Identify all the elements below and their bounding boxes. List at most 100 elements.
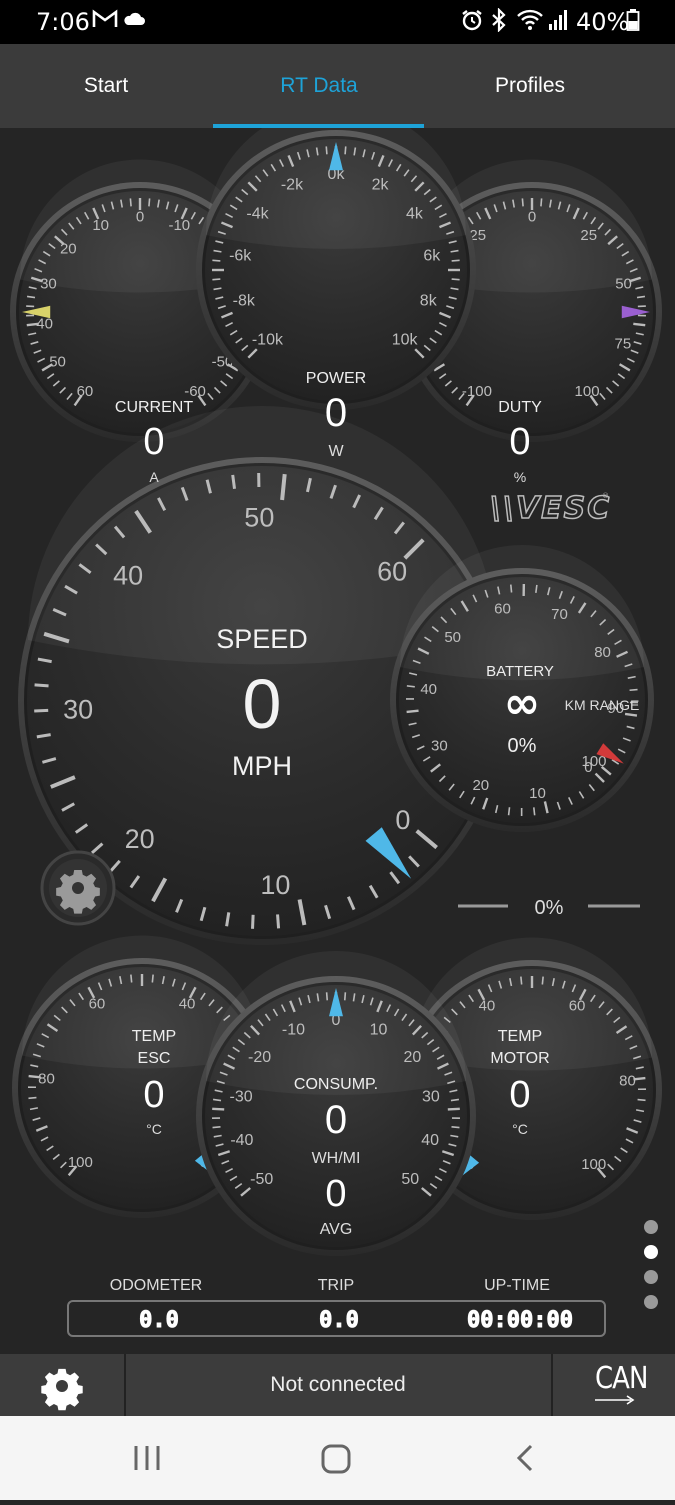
power-title: POWER [306,370,366,387]
tick-label: 80 [594,644,611,661]
tick-mark [407,686,415,687]
tick-mark [625,714,637,716]
connection-status: Not connected [126,1354,550,1416]
tick-mark [536,585,537,593]
tick-mark [407,711,419,712]
tick-label: 20 [404,1049,422,1066]
power-value: 0 [325,391,347,435]
page-dot-2[interactable] [644,1245,658,1259]
can-label: CAN [595,1362,647,1397]
battery-range-value: ∞ [504,678,541,729]
tick-label: 20 [125,824,155,854]
settings-button[interactable] [0,1354,126,1416]
tick-mark [149,198,150,206]
tick-mark [35,685,49,686]
page-dot-1[interactable] [644,1220,658,1234]
odometer-value: 0.0 [74,1308,244,1333]
tick-mark [326,146,327,154]
tick-label: 10 [92,217,109,234]
current-value: 0 [143,421,164,463]
tick-label: 40 [420,681,437,698]
tick-mark [638,1100,646,1101]
page-indicator [644,1220,658,1320]
tick-mark [212,1109,224,1110]
consumption-title: CONSUMP. [294,1076,378,1093]
tick-label: -40 [230,1132,253,1149]
tick-label: 10k [392,331,419,348]
tick-mark [213,1099,221,1100]
tab-profiles[interactable]: Profiles [424,44,636,128]
current-unit: A [149,469,159,485]
tab-rt-data[interactable]: RT Data [213,44,425,128]
battery-percent: 40% [576,8,629,36]
temp-motor-subtitle: MOTOR [490,1050,549,1067]
power-unit: W [328,443,344,460]
tick-label: 70 [551,606,568,623]
tick-mark [34,710,48,711]
tick-label: 50 [615,276,632,293]
bottom-bar: Not connected CAN [0,1354,675,1416]
tick-mark [630,690,638,691]
back-button[interactable] [464,1416,584,1500]
tick-label: 40 [479,998,496,1015]
duty-value: 0 [509,421,530,463]
tick-mark [212,279,220,280]
home-button[interactable] [276,1416,396,1500]
home-icon [276,1416,396,1500]
gauge-settings-button[interactable] [42,852,114,924]
tick-mark [28,1098,36,1099]
system-nav-bar [0,1416,675,1500]
temp-esc-value: 0 [143,1074,164,1116]
tick-label: 50 [444,629,461,646]
tick-label: 10 [260,870,290,900]
tick-label: -10k [252,331,284,348]
tab-start[interactable]: Start [0,44,212,128]
gmail-icon [92,8,118,36]
gear-icon [56,870,100,914]
tick-mark [130,198,131,206]
odometer-label: ODOMETER [76,1277,236,1295]
tick-label: 60 [77,383,94,400]
speed-value: 0 [243,665,282,743]
power-gauge: -10k-8k-6k-4k-2k0k2k4k6k8k10k [196,128,476,410]
tick-label: 100 [575,383,600,400]
tick-label: 20 [60,241,77,258]
tick-label: -30 [230,1089,253,1106]
page-dot-4[interactable] [644,1295,658,1309]
back-icon [464,1416,584,1500]
tick-label: 40 [179,996,196,1013]
tick-mark [541,198,542,206]
trip-label: TRIP [256,1277,416,1295]
tick-label: -10 [282,1022,305,1039]
tick-mark [212,260,220,261]
can-button[interactable]: CAN [551,1354,675,1416]
tick-label: 10 [370,1022,388,1039]
tick-label: 10 [529,785,546,802]
tick-label: 80 [38,1070,55,1087]
tick-mark [637,296,645,297]
battery-range-label: KM RANGE [565,697,640,713]
cloud-icon [122,8,146,36]
duty-title: DUTY [498,399,542,416]
tick-mark [327,992,328,1000]
tick-label: -2k [281,176,304,193]
speed-title: SPEED [216,624,308,654]
tick-label: 30 [40,276,57,293]
tick-label: 30 [63,695,93,725]
tick-label: 30 [422,1089,440,1106]
tick-label: 0 [136,208,144,225]
tick-mark [534,807,535,815]
tick-mark [448,1109,460,1110]
tick-mark [451,1127,459,1128]
recents-button[interactable] [88,1416,208,1500]
tick-mark [522,198,523,206]
svg-text:®: ® [602,492,609,500]
consumption-unit: WH/MI [312,1150,361,1167]
temp-esc-unit: °C [146,1121,162,1137]
tick-mark [253,915,254,929]
page-dot-3[interactable] [644,1270,658,1284]
tick-label: 50 [49,354,66,371]
wifi-icon [516,8,544,38]
speed-unit: MPH [232,751,292,781]
tick-mark [278,914,279,928]
